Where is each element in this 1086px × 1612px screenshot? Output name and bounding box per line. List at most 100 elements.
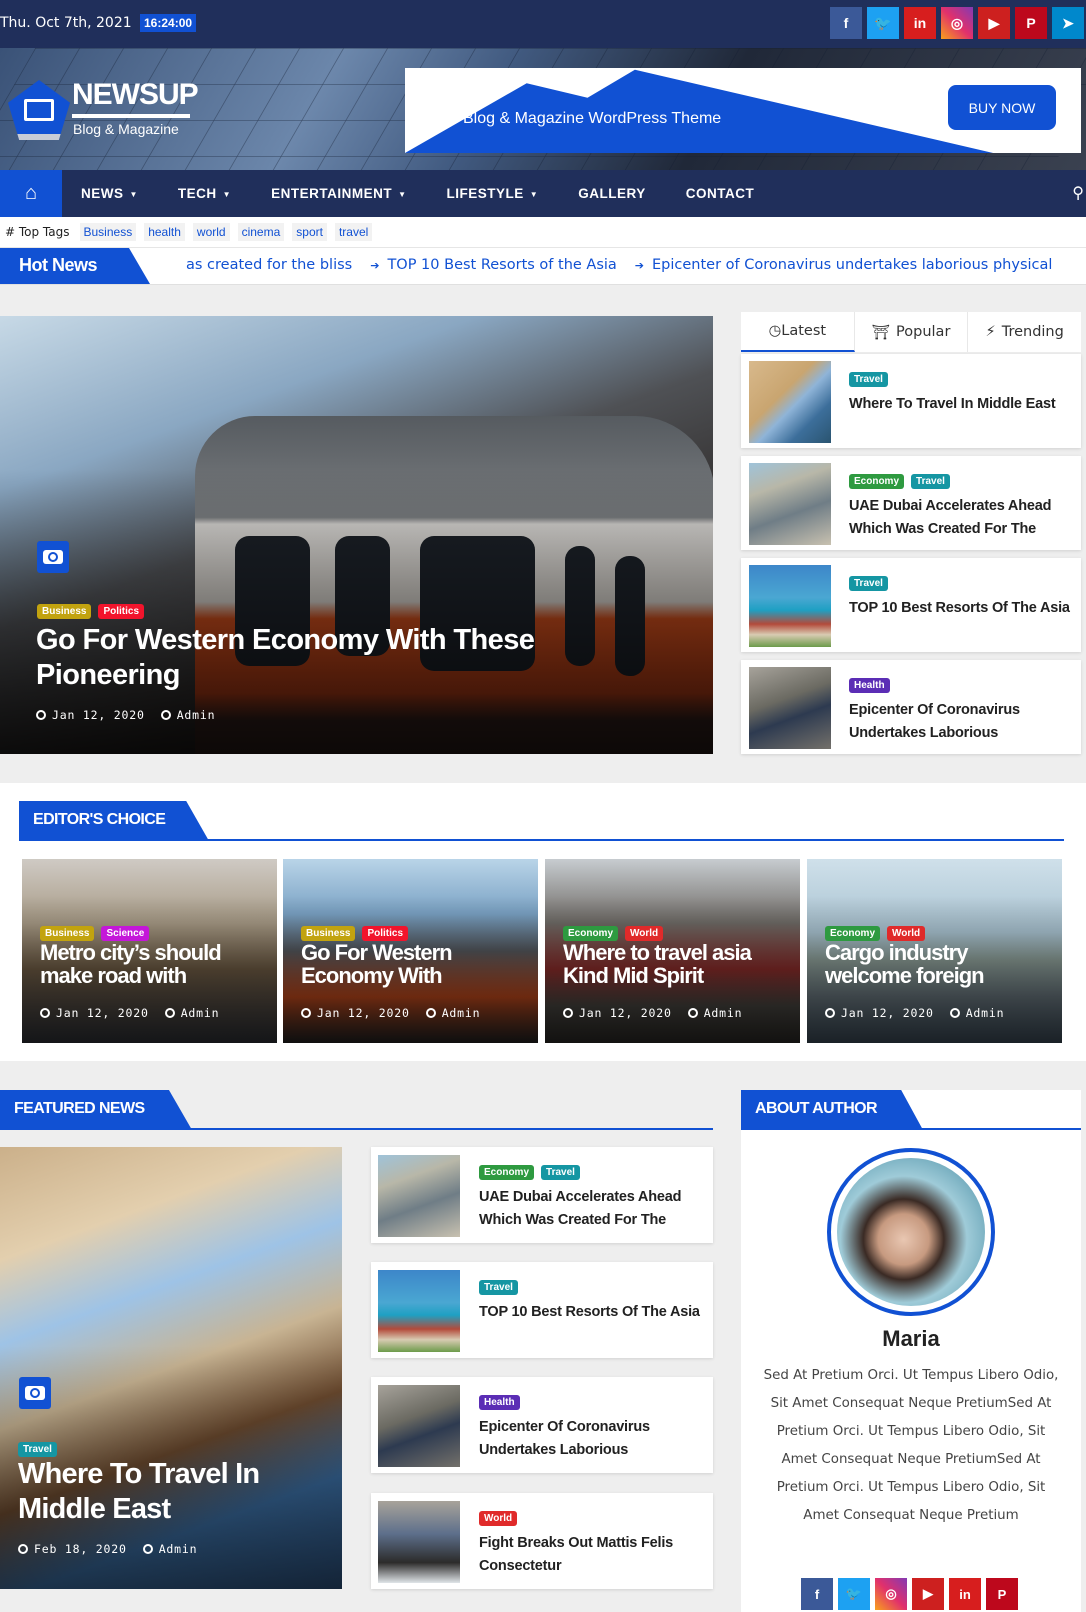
category-badge[interactable]: Science bbox=[101, 926, 150, 941]
post-title[interactable]: Where To Travel In Middle East bbox=[18, 1457, 318, 1527]
instagram-icon[interactable]: ◎ bbox=[941, 7, 973, 39]
list-item[interactable]: World Fight Breaks Out Mattis Felis Cons… bbox=[371, 1493, 713, 1589]
hero-post-title[interactable]: Go For Western Economy With These Pionee… bbox=[36, 623, 676, 693]
tag-health[interactable]: health bbox=[144, 223, 185, 241]
post-thumbnail[interactable] bbox=[749, 361, 831, 443]
post-author[interactable]: Admin bbox=[704, 1006, 743, 1020]
nav-item-contact[interactable]: CONTACT bbox=[666, 186, 775, 201]
buy-now-button[interactable]: BUY NOW bbox=[948, 85, 1056, 130]
post-title[interactable]: Where to travel asia Kind Mid Spirit bbox=[563, 941, 793, 987]
tag-world[interactable]: world bbox=[192, 223, 230, 241]
pinterest-icon[interactable]: P bbox=[986, 1578, 1018, 1610]
post-title[interactable]: TOP 10 Best Resorts Of The Asia bbox=[849, 597, 1074, 620]
post-title[interactable]: Epicenter Of Coronavirus Undertakes Labo… bbox=[479, 1416, 704, 1462]
post-author[interactable]: Admin bbox=[181, 1006, 220, 1020]
category-badge[interactable]: Travel bbox=[18, 1442, 57, 1457]
tag-business[interactable]: Business bbox=[79, 223, 137, 241]
ticker-item[interactable]: as created for the bliss bbox=[186, 257, 352, 273]
post-title[interactable]: UAE Dubai Accelerates Ahead Which Was Cr… bbox=[479, 1186, 704, 1232]
author-avatar[interactable] bbox=[827, 1148, 995, 1316]
post-thumbnail[interactable] bbox=[749, 565, 831, 647]
instagram-icon[interactable]: ◎ bbox=[875, 1578, 907, 1610]
list-item[interactable]: Health Epicenter Of Coronavirus Undertak… bbox=[741, 660, 1081, 754]
site-title[interactable]: NEWSUP bbox=[72, 78, 199, 112]
post-thumbnail[interactable] bbox=[378, 1270, 460, 1352]
category-badge[interactable]: World bbox=[479, 1511, 518, 1526]
list-item[interactable]: Health Epicenter Of Coronavirus Undertak… bbox=[371, 1377, 713, 1473]
category-badge[interactable]: Politics bbox=[362, 926, 409, 941]
post-title[interactable]: Fight Breaks Out Mattis Felis Consectetu… bbox=[479, 1532, 704, 1578]
list-item[interactable]: Travel TOP 10 Best Resorts Of The Asia bbox=[371, 1262, 713, 1358]
category-badge[interactable]: Health bbox=[849, 678, 890, 693]
post-title[interactable]: Go For Western Economy With bbox=[301, 941, 531, 987]
list-item[interactable]: Travel TOP 10 Best Resorts Of The Asia bbox=[741, 558, 1081, 652]
category-badge[interactable]: Health bbox=[479, 1395, 520, 1410]
post-thumbnail[interactable] bbox=[378, 1155, 460, 1237]
pinterest-icon[interactable]: P bbox=[1015, 7, 1047, 39]
post-title[interactable]: Where To Travel In Middle East bbox=[849, 393, 1074, 416]
post-author[interactable]: Admin bbox=[966, 1006, 1005, 1020]
facebook-icon[interactable]: f bbox=[801, 1578, 833, 1610]
post-thumbnail[interactable] bbox=[378, 1501, 460, 1583]
author-name[interactable]: Maria bbox=[741, 1326, 1081, 1352]
category-badge[interactable]: Travel bbox=[541, 1165, 580, 1180]
twitter-icon[interactable]: 🐦 bbox=[838, 1578, 870, 1610]
category-badge[interactable]: Business bbox=[301, 926, 356, 941]
post-title[interactable]: Metro city’s should make road with bbox=[40, 941, 270, 987]
nav-item-entertainment[interactable]: ENTERTAINMENT ▼ bbox=[251, 186, 426, 201]
tab-trending[interactable]: ⚡ Trending bbox=[968, 312, 1081, 352]
editor-card[interactable]: Business Science Metro city’s should make… bbox=[22, 859, 277, 1043]
tag-sport[interactable]: sport bbox=[292, 223, 327, 241]
list-item[interactable]: Economy Travel UAE Dubai Accelerates Ahea… bbox=[371, 1147, 713, 1243]
post-date[interactable]: Jan 12, 2020 bbox=[52, 708, 145, 722]
category-badge[interactable]: Business bbox=[40, 926, 95, 941]
search-icon[interactable]: ⚲ bbox=[1072, 183, 1084, 203]
category-badge[interactable]: Travel bbox=[849, 372, 888, 387]
home-icon[interactable]: ⌂ bbox=[0, 170, 62, 217]
post-author[interactable]: Admin bbox=[177, 708, 216, 722]
post-thumbnail[interactable] bbox=[749, 667, 831, 749]
tag-cinema[interactable]: cinema bbox=[237, 223, 285, 241]
advertisement-banner[interactable]: Blog & Magazine WordPress Theme BUY NOW bbox=[405, 68, 1081, 153]
list-item[interactable]: Economy Travel UAE Dubai Accelerates Ahea… bbox=[741, 456, 1081, 550]
post-date[interactable]: Jan 12, 2020 bbox=[579, 1006, 672, 1020]
category-badge[interactable]: Business bbox=[37, 604, 92, 619]
category-badge[interactable]: Economy bbox=[563, 926, 619, 941]
featured-main-post[interactable]: Travel Where To Travel In Middle East Fe… bbox=[0, 1147, 342, 1589]
category-badge[interactable]: Politics bbox=[98, 604, 145, 619]
category-badge[interactable]: World bbox=[625, 926, 664, 941]
tab-popular[interactable]: ⛩ Popular bbox=[855, 312, 969, 352]
post-author[interactable]: Admin bbox=[159, 1542, 198, 1556]
post-date[interactable]: Jan 12, 2020 bbox=[317, 1006, 410, 1020]
category-badge[interactable]: Economy bbox=[849, 474, 905, 489]
nav-item-news[interactable]: NEWS ▼ bbox=[62, 186, 158, 201]
category-badge[interactable]: Travel bbox=[479, 1280, 518, 1295]
nav-item-gallery[interactable]: GALLERY bbox=[558, 186, 666, 201]
ticker-item[interactable]: ➔ Epicenter of Coronavirus undertakes lab… bbox=[635, 257, 1053, 273]
editor-card[interactable]: Business Politics Go For Western Economy … bbox=[283, 859, 538, 1043]
category-badge[interactable]: Travel bbox=[849, 576, 888, 591]
post-author[interactable]: Admin bbox=[442, 1006, 481, 1020]
post-thumbnail[interactable] bbox=[749, 463, 831, 545]
post-title[interactable]: UAE Dubai Accelerates Ahead Which Was Cr… bbox=[849, 495, 1074, 541]
nav-item-lifestyle[interactable]: LIFESTYLE ▼ bbox=[427, 186, 559, 201]
youtube-icon[interactable]: ▶ bbox=[912, 1578, 944, 1610]
nav-item-tech[interactable]: TECH ▼ bbox=[158, 186, 251, 201]
linkedin-icon[interactable]: in bbox=[949, 1578, 981, 1610]
youtube-icon[interactable]: ▶ bbox=[978, 7, 1010, 39]
tab-latest[interactable]: ◷ Latest bbox=[741, 312, 855, 352]
category-badge[interactable]: Economy bbox=[479, 1165, 535, 1180]
post-date[interactable]: Jan 12, 2020 bbox=[841, 1006, 934, 1020]
post-date[interactable]: Feb 18, 2020 bbox=[34, 1542, 127, 1556]
editor-card[interactable]: Economy World Cargo industry welcome fore… bbox=[807, 859, 1062, 1043]
category-badge[interactable]: World bbox=[887, 926, 926, 941]
twitter-icon[interactable]: 🐦 bbox=[867, 7, 899, 39]
category-badge[interactable]: Economy bbox=[825, 926, 881, 941]
facebook-icon[interactable]: f bbox=[830, 7, 862, 39]
list-item[interactable]: Travel Where To Travel In Middle East bbox=[741, 354, 1081, 448]
tag-travel[interactable]: travel bbox=[334, 223, 373, 241]
telegram-icon[interactable]: ➤ bbox=[1052, 7, 1084, 39]
category-badge[interactable]: Travel bbox=[911, 474, 950, 489]
ticker-item[interactable]: ➔ TOP 10 Best Resorts of the Asia bbox=[370, 257, 617, 273]
editor-card[interactable]: Economy World Where to travel asia Kind M… bbox=[545, 859, 800, 1043]
